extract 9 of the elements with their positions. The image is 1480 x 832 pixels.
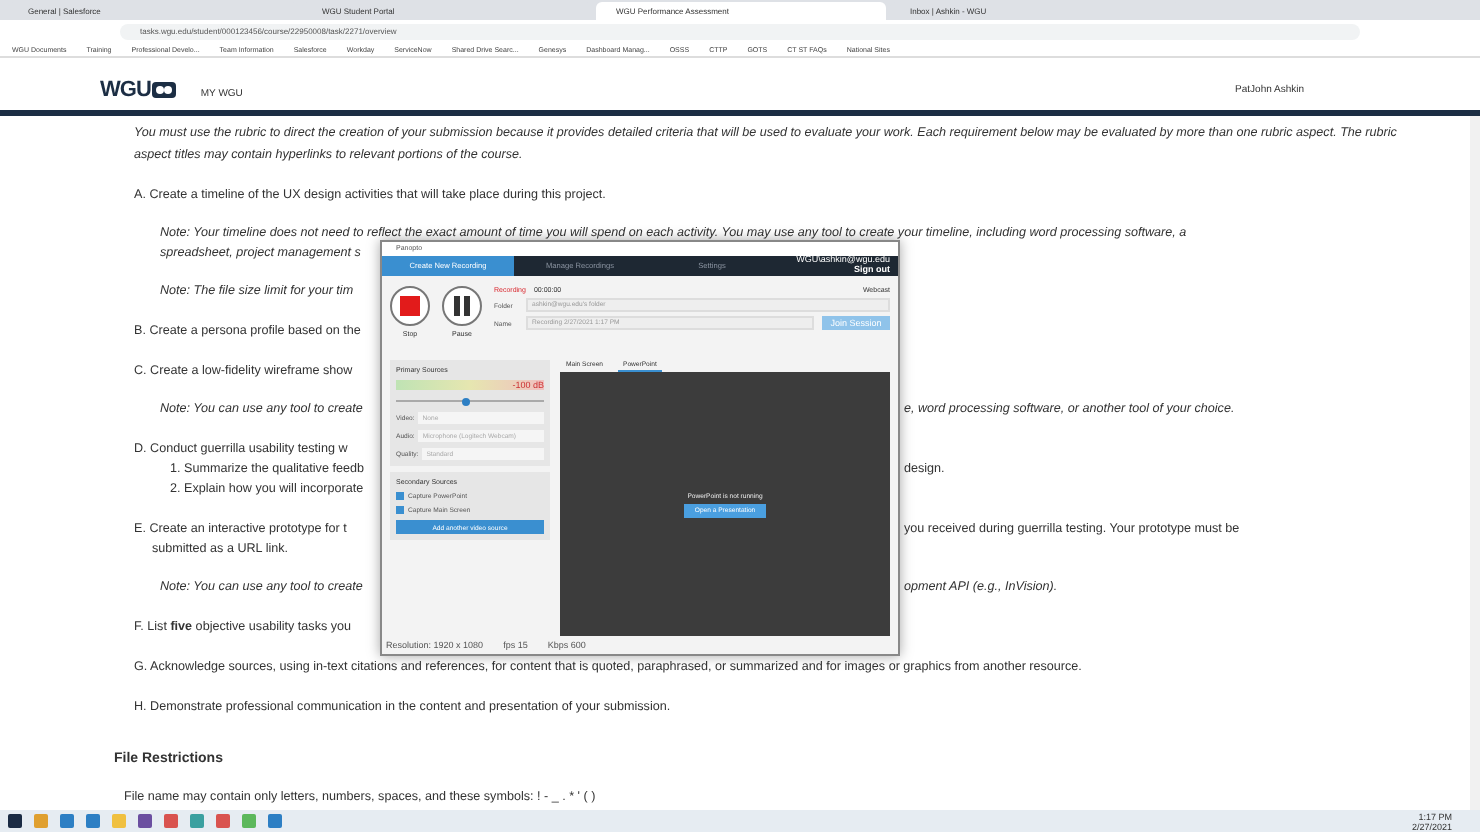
- pause-button[interactable]: [442, 286, 482, 326]
- stop-icon: [400, 296, 420, 316]
- slider-thumb[interactable]: [462, 397, 471, 405]
- pause-icon: [454, 296, 470, 316]
- scrollbar[interactable]: [1470, 116, 1480, 810]
- checkbox[interactable]: [396, 506, 404, 514]
- stop-button[interactable]: [390, 286, 430, 326]
- checkbox[interactable]: [396, 492, 404, 500]
- logo[interactable]: WGU: [100, 78, 151, 102]
